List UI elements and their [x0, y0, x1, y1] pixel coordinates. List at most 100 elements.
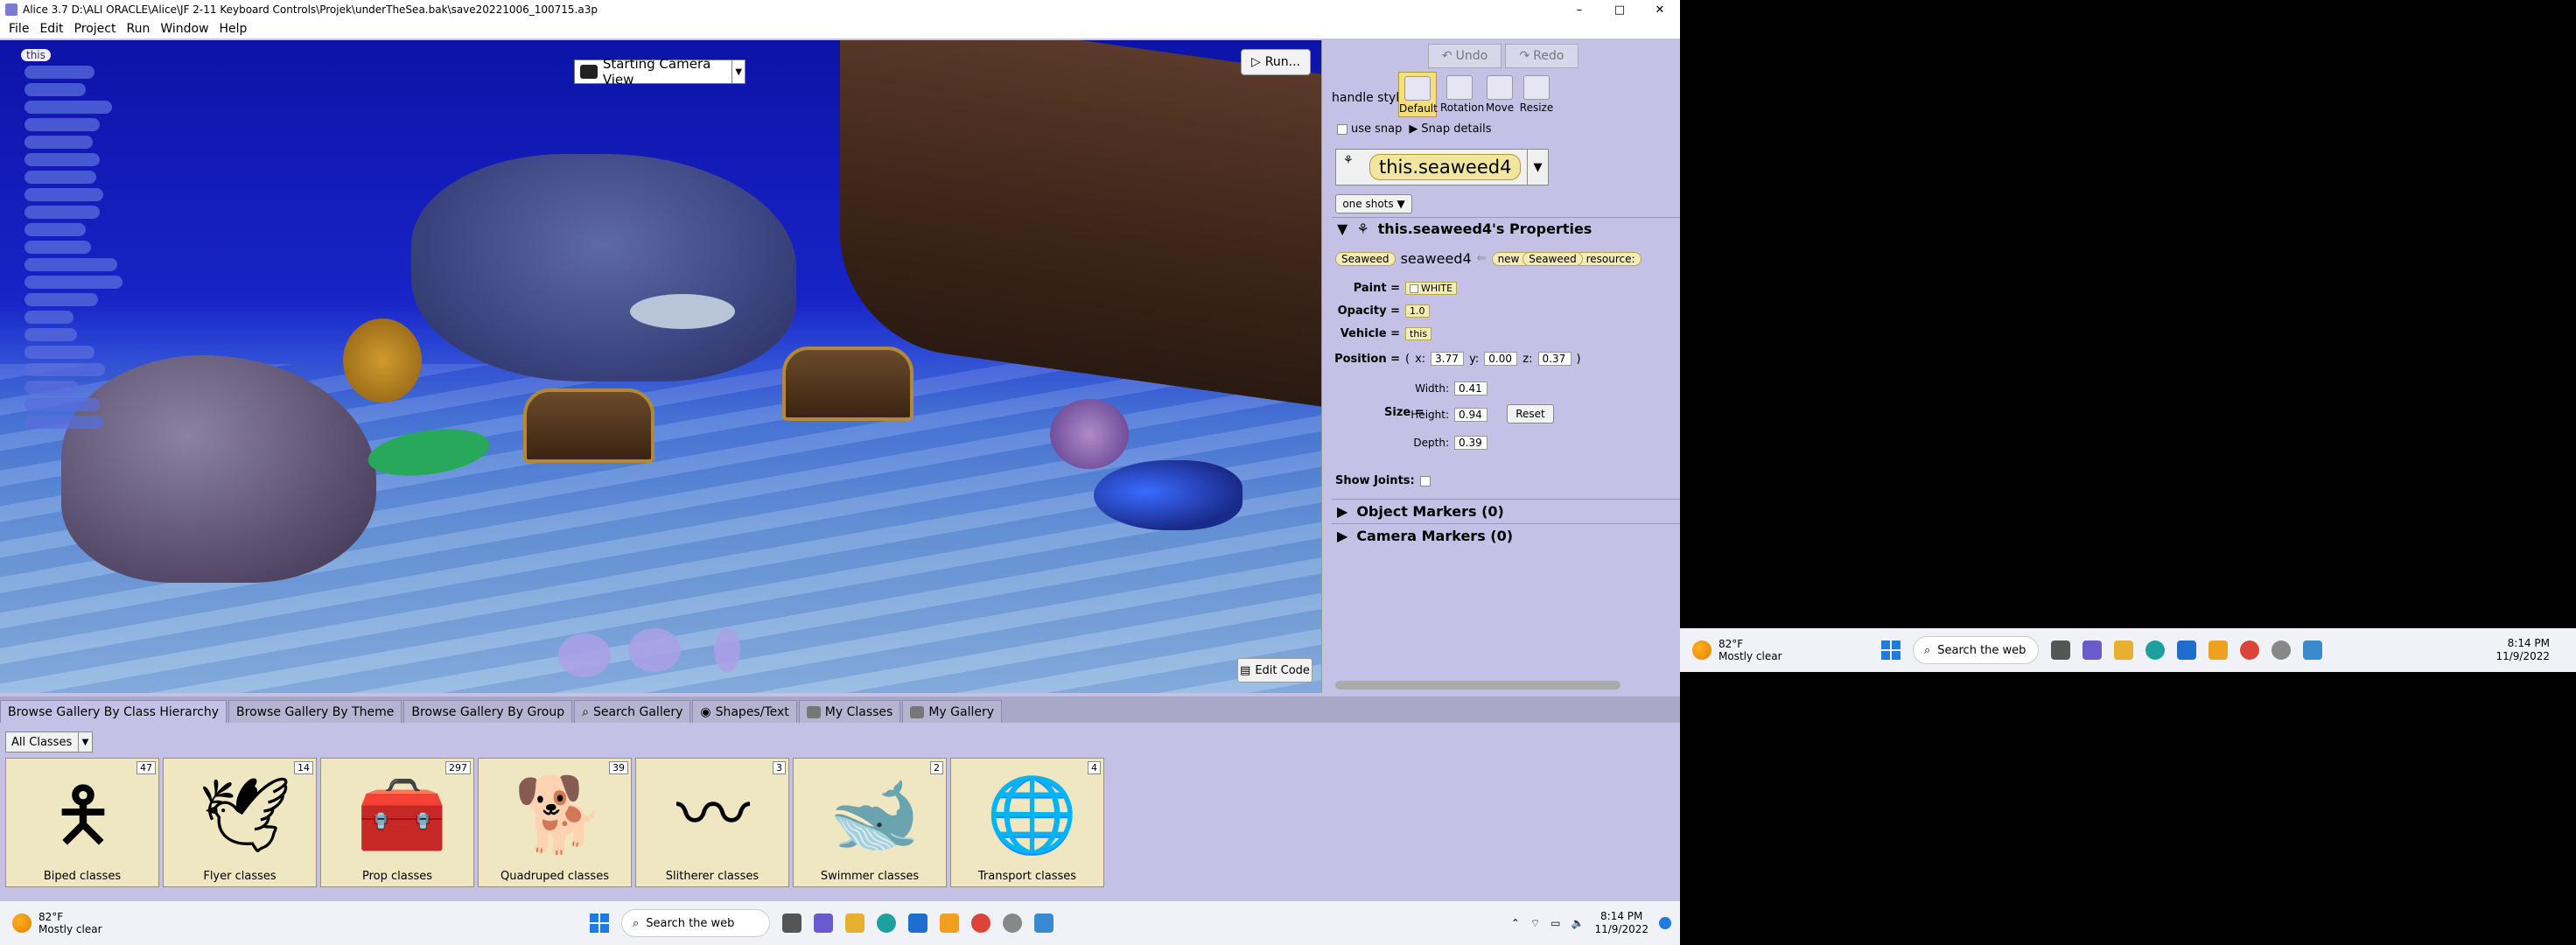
mail-icon[interactable]: [2177, 640, 2196, 660]
new-instance-pill[interactable]: new Seaweed resource:: [1491, 251, 1642, 266]
rotation-handles[interactable]: [558, 628, 768, 681]
store-icon[interactable]: [940, 914, 959, 933]
tree-node[interactable]: [24, 363, 105, 376]
scene-view[interactable]: this Starting Camera View ▼ ▷ Run... ▤ E…: [0, 40, 1321, 693]
chevron-down-icon[interactable]: ▼: [732, 60, 745, 83]
taskbar-search[interactable]: ⌕ Search the web: [621, 909, 770, 937]
notification-icon[interactable]: [1659, 917, 1671, 929]
gallery-card[interactable]: 297 🧰 Prop classes: [320, 758, 474, 887]
handle-move-button[interactable]: Move: [1480, 72, 1519, 117]
tree-node[interactable]: [24, 328, 77, 341]
shark[interactable]: [630, 294, 735, 329]
selected-object-select[interactable]: ⚘ this.seaweed4 ▼: [1335, 149, 1549, 186]
properties-header[interactable]: ▼ ⚘ this.seaweed4's Properties: [1332, 217, 1680, 240]
treasure-chest[interactable]: [523, 388, 654, 463]
menu-window[interactable]: Window: [160, 22, 208, 36]
tree-node[interactable]: [24, 66, 94, 79]
undo-button[interactable]: ↶ Undo: [1428, 44, 1502, 68]
expand-arrow-icon[interactable]: ▶: [1337, 503, 1348, 520]
alice-taskbar-icon[interactable]: [1034, 914, 1054, 933]
menu-edit[interactable]: Edit: [39, 22, 63, 36]
volume-icon[interactable]: 🔈: [1572, 917, 1585, 929]
tree-node[interactable]: [24, 118, 100, 131]
tree-node[interactable]: [24, 346, 94, 359]
width-field[interactable]: 0.41: [1454, 382, 1488, 396]
camera-markers-section[interactable]: ▶ Camera Markers (0): [1332, 525, 1680, 546]
pos-z-field[interactable]: 0.37: [1537, 352, 1572, 366]
file-explorer-icon[interactable]: [845, 914, 864, 933]
clock[interactable]: 8:14 PM 11/9/2022: [1594, 910, 1648, 936]
menu-run[interactable]: Run: [126, 22, 150, 36]
menu-help[interactable]: Help: [220, 22, 248, 36]
tree-node[interactable]: [24, 293, 98, 306]
clock-app-icon[interactable]: [1003, 914, 1022, 933]
task-view-icon[interactable]: [2051, 640, 2070, 660]
tree-root[interactable]: this: [21, 49, 51, 61]
chat-icon[interactable]: [2082, 640, 2102, 660]
tree-node[interactable]: [24, 83, 86, 96]
collapse-arrow-icon[interactable]: ▼: [1337, 220, 1348, 237]
tree-node[interactable]: [24, 223, 86, 236]
start-button[interactable]: [590, 914, 609, 933]
object-markers-section[interactable]: ▶ Object Markers (0): [1332, 500, 1680, 522]
gallery-card[interactable]: 4 🌐 Transport classes: [950, 758, 1104, 887]
close-button[interactable]: ✕: [1640, 0, 1680, 19]
tree-node[interactable]: [24, 241, 91, 254]
weather-widget[interactable]: 82°F Mostly clear: [12, 911, 275, 935]
tree-node[interactable]: [24, 136, 93, 149]
shipwreck[interactable]: [840, 40, 1321, 407]
tree-node[interactable]: [24, 153, 100, 166]
split-divider[interactable]: [1321, 40, 1332, 693]
edge-icon[interactable]: [2146, 640, 2165, 660]
tree-node[interactable]: [24, 416, 103, 429]
tab-class-hierarchy[interactable]: Browse Gallery By Class Hierarchy: [0, 700, 228, 723]
opacity-value[interactable]: 1.0: [1405, 304, 1430, 318]
mail-icon[interactable]: [908, 914, 928, 933]
rock-arch[interactable]: [411, 154, 796, 382]
menu-file[interactable]: File: [9, 22, 29, 36]
pos-x-field[interactable]: 3.77: [1431, 352, 1465, 366]
task-view-icon[interactable]: [782, 914, 802, 933]
tab-group[interactable]: Browse Gallery By Group: [403, 700, 573, 723]
pos-y-field[interactable]: 0.00: [1484, 352, 1518, 366]
depth-field[interactable]: 0.39: [1454, 436, 1488, 450]
start-button[interactable]: [1881, 640, 1900, 660]
class-name-pill[interactable]: Seaweed: [1335, 251, 1396, 266]
run-button[interactable]: ▷ Run...: [1241, 49, 1311, 75]
maximize-button[interactable]: □: [1600, 0, 1640, 19]
camera-view-select[interactable]: Starting Camera View ▼: [574, 56, 746, 88]
tree-node[interactable]: [24, 206, 100, 219]
use-snap-checkbox[interactable]: [1337, 123, 1348, 135]
expand-arrow-icon[interactable]: ▶: [1409, 122, 1418, 136]
one-shots-button[interactable]: one shots ▼: [1335, 194, 1412, 214]
tree-node[interactable]: [24, 276, 122, 289]
chevron-down-icon[interactable]: ▼: [78, 732, 92, 752]
menu-project[interactable]: Project: [74, 22, 116, 36]
tree-node[interactable]: [24, 171, 96, 184]
store-icon[interactable]: [2208, 640, 2228, 660]
taskbar-search[interactable]: ⌕ Search the web: [1913, 636, 2039, 664]
lionfish[interactable]: [1050, 399, 1129, 469]
tab-theme[interactable]: Browse Gallery By Theme: [228, 700, 402, 723]
chat-icon[interactable]: [814, 914, 833, 933]
height-field[interactable]: 0.94: [1454, 408, 1488, 422]
clock[interactable]: 8:14 PM 11/9/2022: [2496, 637, 2550, 663]
weather-widget[interactable]: 82°F Mostly clear: [1692, 638, 1850, 662]
tree-node[interactable]: [24, 398, 100, 411]
chevron-up-icon[interactable]: ⌃: [1511, 917, 1520, 929]
reset-size-button[interactable]: Reset: [1507, 404, 1554, 424]
tree-node[interactable]: [24, 258, 117, 271]
tree-node[interactable]: [24, 188, 103, 201]
edge-icon[interactable]: [877, 914, 896, 933]
chrome-icon[interactable]: [2240, 640, 2259, 660]
expand-arrow-icon[interactable]: ▶: [1337, 528, 1348, 544]
gallery-card[interactable]: 3 〰 Slitherer classes: [635, 758, 789, 887]
network-icon[interactable]: ⌔: [1530, 917, 1540, 930]
alice-taskbar-icon[interactable]: [2303, 640, 2322, 660]
gallery-card[interactable]: 39 🐕 Quadruped classes: [478, 758, 632, 887]
vehicle-value[interactable]: this: [1405, 327, 1432, 340]
tree-node[interactable]: [24, 101, 112, 114]
snap-details-label[interactable]: Snap details: [1421, 122, 1491, 136]
redo-button[interactable]: ↷ Redo: [1505, 44, 1578, 68]
file-explorer-icon[interactable]: [2114, 640, 2133, 660]
